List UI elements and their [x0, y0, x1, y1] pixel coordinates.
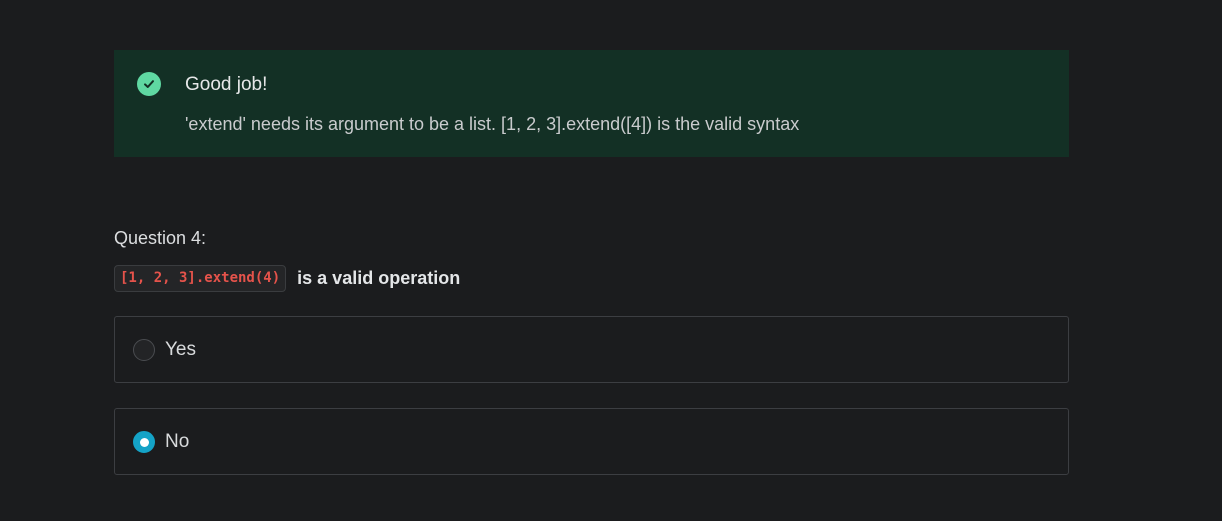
question-code: [1, 2, 3].extend(4): [114, 265, 287, 292]
feedback-message: 'extend' needs its argument to be a list…: [185, 114, 800, 134]
radio-yes-icon[interactable]: [133, 339, 155, 361]
check-circle-icon: [137, 72, 161, 96]
option-yes[interactable]: Yes: [114, 316, 1069, 383]
option-no-label: No: [165, 431, 190, 452]
question-prompt: [1, 2, 3].extend(4) is a valid operation: [114, 265, 460, 292]
question-number: Question 4:: [114, 228, 207, 248]
option-yes-label: Yes: [165, 339, 196, 360]
option-no[interactable]: No: [114, 408, 1069, 475]
feedback-title: Good job!: [185, 74, 268, 95]
question-text: is a valid operation: [297, 268, 461, 288]
radio-selected-dot: [139, 437, 149, 447]
feedback-banner: Good job! 'extend' needs its argument to…: [114, 50, 1069, 157]
radio-no-icon[interactable]: [133, 431, 155, 453]
quiz-page: Good job! 'extend' needs its argument to…: [0, 0, 1222, 521]
